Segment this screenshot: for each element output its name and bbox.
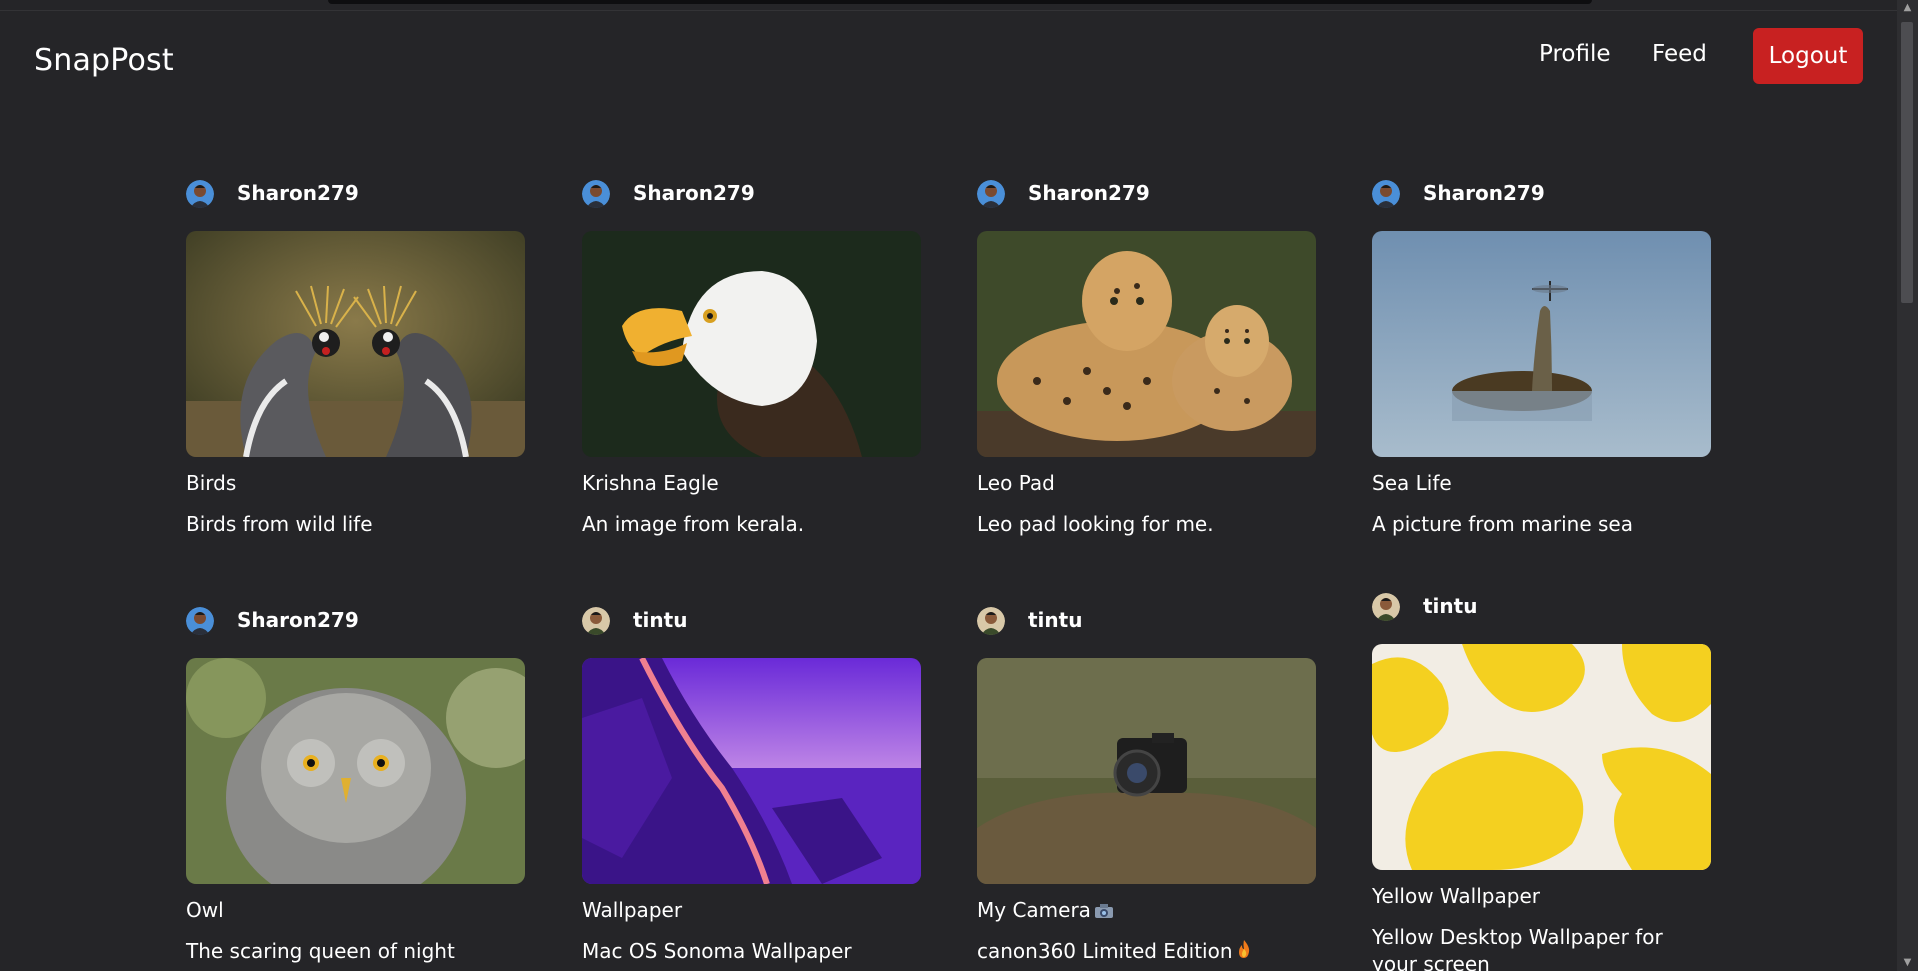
- post-header: Sharon279: [582, 180, 922, 210]
- user-avatar[interactable]: [186, 180, 214, 208]
- user-avatar[interactable]: [582, 180, 610, 208]
- user-avatar[interactable]: [1372, 593, 1400, 621]
- logout-button[interactable]: Logout: [1753, 28, 1863, 84]
- post-title: Sea Life: [1372, 471, 1452, 495]
- bald-eagle-photo: [582, 231, 921, 457]
- post-username[interactable]: Sharon279: [1423, 181, 1545, 205]
- nav-profile-link[interactable]: Profile: [1539, 41, 1611, 67]
- post-description: Birds from wild life: [186, 512, 373, 536]
- post-header: Sharon279: [1372, 180, 1712, 210]
- post-username[interactable]: tintu: [1423, 594, 1477, 618]
- scroll-down-icon[interactable]: ▼: [1897, 955, 1918, 971]
- post-image[interactable]: [1372, 231, 1711, 457]
- post-image[interactable]: [1372, 644, 1711, 870]
- post-image[interactable]: [977, 658, 1316, 884]
- post-username[interactable]: Sharon279: [1028, 181, 1150, 205]
- post-title: My Camera: [977, 898, 1114, 924]
- top-strip-bar: [328, 0, 1592, 4]
- post-title-text: My Camera: [977, 898, 1091, 922]
- yellow-abstract-wallpaper: [1372, 644, 1711, 870]
- post-title: Leo Pad: [977, 471, 1055, 495]
- post-username[interactable]: tintu: [633, 608, 687, 632]
- scroll-thumb[interactable]: [1901, 22, 1913, 303]
- turtle-dragonfly-photo: [1372, 231, 1711, 457]
- post-header: Sharon279: [977, 180, 1317, 210]
- post-description: Mac OS Sonoma Wallpaper: [582, 939, 852, 963]
- post-header: tintu: [582, 607, 922, 637]
- post-description: Yellow Desktop Wallpaper for your screen: [1372, 925, 1663, 971]
- post-title: Owl: [186, 898, 224, 922]
- post-description-text: canon360 Limited Edition: [977, 939, 1233, 963]
- fire-emoji-icon: [1236, 939, 1252, 966]
- scroll-up-icon[interactable]: ▲: [1897, 0, 1918, 16]
- brand-logo[interactable]: SnapPost: [34, 43, 174, 78]
- post-image[interactable]: [582, 231, 921, 457]
- post-description: An image from kerala.: [582, 512, 805, 536]
- post-image[interactable]: [186, 658, 525, 884]
- crowned-cranes-photo: [186, 231, 525, 457]
- sonoma-wallpaper: [582, 658, 921, 884]
- nav-feed-link[interactable]: Feed: [1652, 41, 1707, 67]
- post-description: A picture from marine sea: [1372, 512, 1633, 536]
- owl-photo: [186, 658, 525, 884]
- user-avatar[interactable]: [977, 180, 1005, 208]
- page-scrollbar[interactable]: ▲ ▼: [1897, 0, 1918, 971]
- camera-on-rock-photo: [977, 658, 1316, 884]
- post-username[interactable]: Sharon279: [633, 181, 755, 205]
- post-image[interactable]: [186, 231, 525, 457]
- post-header: Sharon279: [186, 607, 526, 637]
- user-avatar[interactable]: [186, 607, 214, 635]
- post-description: Leo pad looking for me.: [977, 512, 1214, 536]
- browser-top-strip: [0, 0, 1918, 11]
- user-avatar[interactable]: [582, 607, 610, 635]
- camera-emoji-icon: [1094, 900, 1114, 924]
- post-title: Wallpaper: [582, 898, 683, 922]
- leopards-photo: [977, 231, 1316, 457]
- post-image[interactable]: [977, 231, 1316, 457]
- post-description: The scaring queen of night: [186, 939, 455, 963]
- post-username[interactable]: Sharon279: [237, 608, 359, 632]
- post-description: canon360 Limited Edition: [977, 938, 1317, 966]
- post-title: Yellow Wallpaper: [1372, 884, 1540, 908]
- post-image[interactable]: [582, 658, 921, 884]
- post-header: Sharon279: [186, 180, 526, 210]
- post-title: Krishna Eagle: [582, 471, 719, 495]
- post-header: tintu: [1372, 593, 1712, 623]
- post-title: Birds: [186, 471, 237, 495]
- user-avatar[interactable]: [977, 607, 1005, 635]
- post-username[interactable]: Sharon279: [237, 181, 359, 205]
- post-header: tintu: [977, 607, 1317, 637]
- post-username[interactable]: tintu: [1028, 608, 1082, 632]
- user-avatar[interactable]: [1372, 180, 1400, 208]
- page: SnapPost Profile Feed Logout Sharon279 B…: [0, 0, 1918, 971]
